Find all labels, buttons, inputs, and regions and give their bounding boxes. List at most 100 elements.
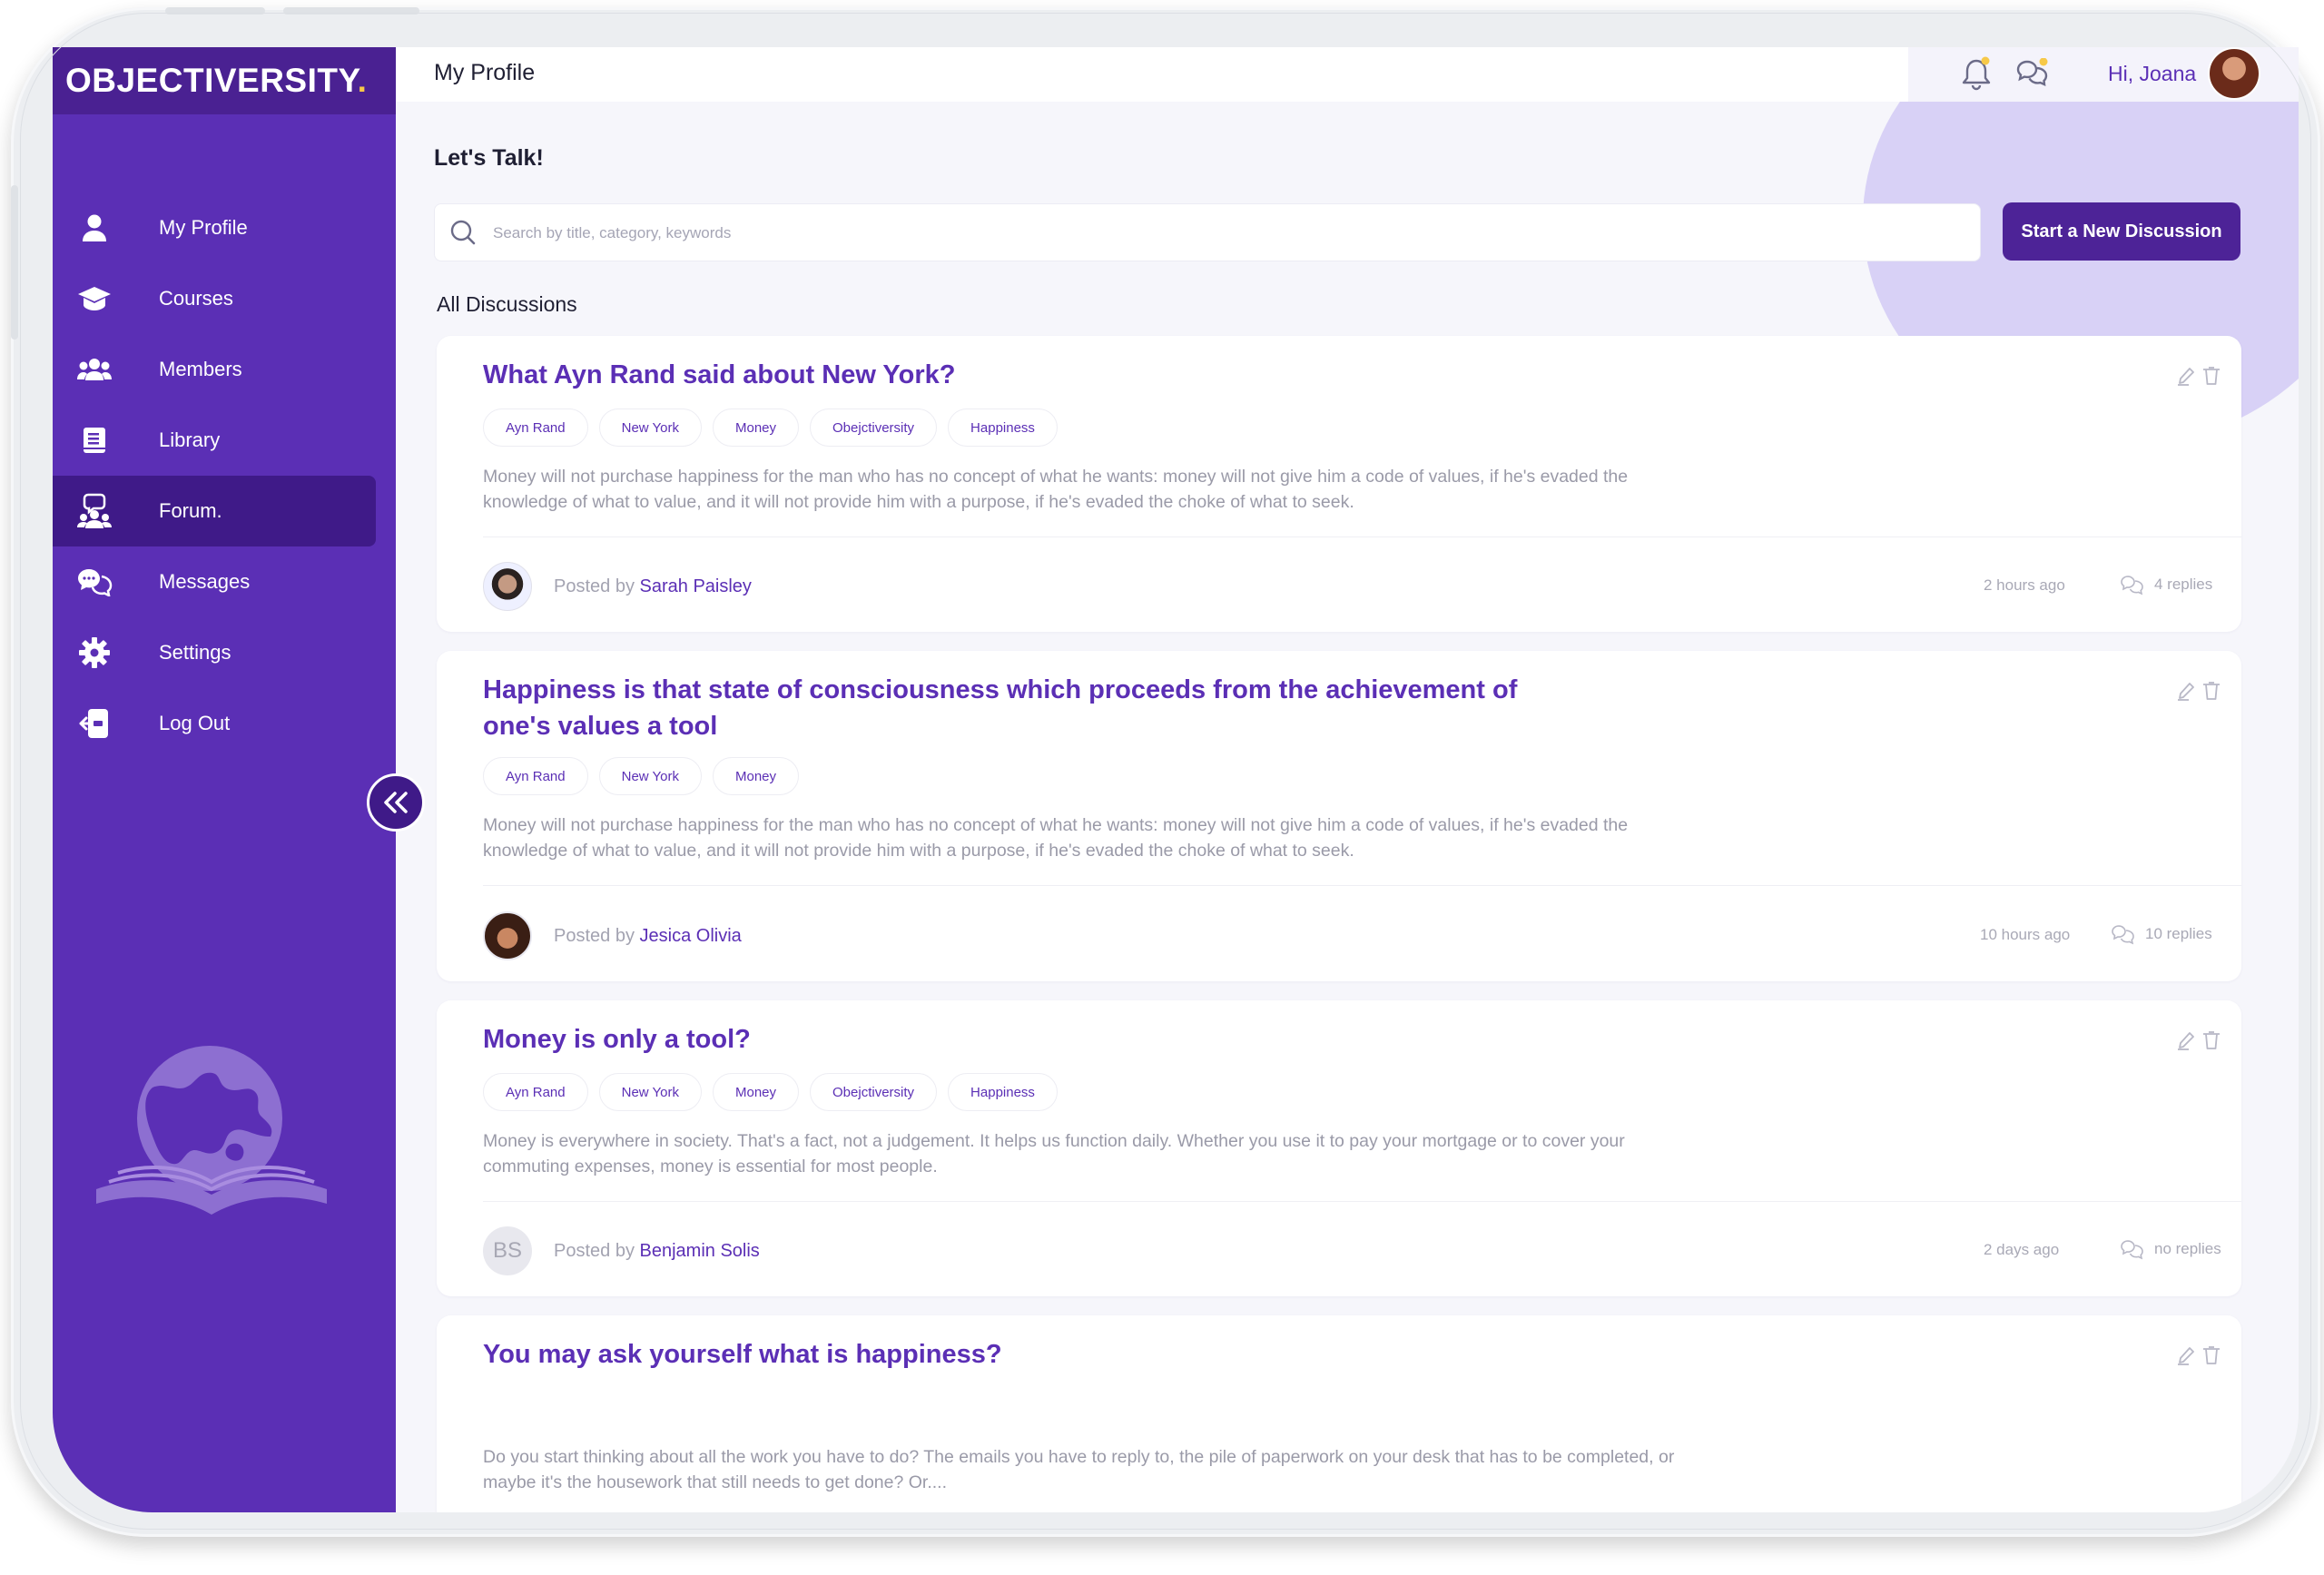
gear-icon [76, 635, 113, 671]
delete-icon[interactable] [2201, 1344, 2221, 1371]
user-avatar[interactable] [2208, 47, 2260, 100]
sidebar-item-my-profile[interactable]: My Profile [53, 192, 396, 263]
comment-icon [2112, 925, 2134, 945]
discussion-excerpt: Money is everywhere in society. That's a… [483, 1131, 1625, 1176]
author-avatar[interactable] [483, 562, 532, 611]
tag-list: Ayn Rand New York Money [483, 757, 800, 795]
reply-count[interactable]: no replies [2120, 1238, 2221, 1260]
author-link[interactable]: Jesica Olivia [640, 926, 742, 946]
card-actions [2176, 1029, 2221, 1056]
discussion-card[interactable]: Money is only a tool? Ayn Rand New York … [437, 1000, 2241, 1296]
members-icon [76, 351, 113, 388]
tag[interactable]: Money [712, 1073, 800, 1111]
start-new-discussion-button[interactable]: Start a New Discussion [2003, 202, 2240, 261]
sidebar-item-members[interactable]: Members [53, 334, 396, 405]
tablet-frame: OBJECTIVERSITY. My Profile Courses Membe… [11, 7, 2320, 1537]
top-bar: My Profile Hi, Joana [396, 47, 2299, 102]
sidebar-item-logout[interactable]: Log Out [53, 688, 396, 759]
device-side-button [11, 185, 18, 340]
discussion-title[interactable]: What Ayn Rand said about New York? [483, 357, 1536, 393]
forum-icon [76, 493, 113, 529]
chat-bubbles-icon [76, 564, 113, 600]
post-time: 10 hours ago [1980, 926, 2071, 943]
sidebar: OBJECTIVERSITY. My Profile Courses Membe… [53, 47, 396, 1512]
sidebar-item-settings[interactable]: Settings [53, 617, 396, 688]
book-icon [76, 422, 113, 458]
all-discussions-label: All Discussions [437, 292, 577, 316]
brand-logo[interactable]: OBJECTIVERSITY. [53, 47, 396, 114]
edit-icon[interactable] [2176, 1029, 2196, 1056]
card-divider [483, 885, 2241, 886]
sidebar-nav: My Profile Courses Members Library Forum… [53, 192, 396, 759]
tag[interactable]: New York [598, 757, 702, 795]
logout-icon [76, 705, 113, 742]
graduation-cap-icon [76, 281, 113, 317]
tag-list: Ayn Rand New York Money Obejctiversity H… [483, 409, 1058, 447]
tag[interactable]: Money [712, 757, 800, 795]
search-input[interactable] [493, 215, 1945, 251]
tag[interactable]: New York [598, 1073, 702, 1111]
card-actions [2176, 680, 2221, 706]
card-divider [483, 1201, 2241, 1202]
tag[interactable]: Happiness [948, 1073, 1058, 1111]
search-bar [434, 203, 1981, 261]
reply-count[interactable]: 4 replies [2120, 574, 2212, 596]
discussion-excerpt: Money will not purchase happiness for th… [483, 467, 1629, 512]
tag[interactable]: Ayn Rand [483, 1073, 588, 1111]
user-greeting[interactable]: Hi, Joana [2108, 62, 2196, 86]
discussion-title[interactable]: You may ask yourself what is happiness? [483, 1336, 1536, 1373]
post-time: 2 days ago [1984, 1241, 2060, 1258]
tag[interactable]: Happiness [948, 409, 1058, 447]
tag[interactable]: Obejctiversity [810, 1073, 938, 1111]
comment-icon [2121, 1240, 2143, 1260]
card-footer: Posted by Jesica Olivia [483, 911, 2221, 961]
tag[interactable]: Ayn Rand [483, 757, 588, 795]
comment-icon [2121, 576, 2143, 596]
edit-icon[interactable] [2176, 1344, 2196, 1371]
card-footer: BS Posted by Benjamin Solis [483, 1226, 2221, 1276]
globe-book-illustration [96, 1044, 327, 1221]
author-avatar[interactable] [483, 911, 532, 960]
post-time: 2 hours ago [1984, 576, 2065, 594]
card-divider [483, 536, 2241, 537]
sidebar-item-courses[interactable]: Courses [53, 263, 396, 334]
sidebar-item-library[interactable]: Library [53, 405, 396, 476]
tag[interactable]: Obejctiversity [810, 409, 938, 447]
user-area: Hi, Joana [1908, 47, 2299, 102]
double-chevron-left-icon [384, 792, 408, 813]
device-top-button [165, 7, 265, 15]
author-link[interactable]: Benjamin Solis [640, 1241, 760, 1261]
discussion-title[interactable]: Money is only a tool? [483, 1021, 1536, 1058]
card-actions [2176, 1344, 2221, 1371]
posted-by: Posted by Jesica Olivia [554, 925, 742, 946]
edit-icon[interactable] [2176, 680, 2196, 706]
discussion-card[interactable]: What Ayn Rand said about New York? Ayn R… [437, 336, 2241, 632]
page-title: My Profile [434, 60, 536, 85]
tag[interactable]: New York [598, 409, 702, 447]
notification-bell-icon[interactable] [1961, 56, 1992, 95]
delete-icon[interactable] [2201, 680, 2221, 706]
discussion-excerpt: Do you start thinking about all the work… [483, 1447, 1675, 1492]
discussion-card[interactable]: Happiness is that state of consciousness… [437, 651, 2241, 981]
author-avatar[interactable]: BS [483, 1226, 532, 1275]
delete-icon[interactable] [2201, 365, 2221, 391]
collapse-sidebar-button[interactable] [367, 773, 425, 832]
delete-icon[interactable] [2201, 1029, 2221, 1056]
author-link[interactable]: Sarah Paisley [640, 576, 752, 596]
reply-count[interactable]: 10 replies [2111, 923, 2212, 945]
messages-icon[interactable] [2015, 57, 2050, 94]
device-top-button [283, 7, 419, 15]
sidebar-item-messages[interactable]: Messages [53, 546, 396, 617]
edit-icon[interactable] [2176, 365, 2196, 391]
discussion-card[interactable]: You may ask yourself what is happiness? … [437, 1315, 2241, 1512]
user-icon [76, 210, 113, 246]
tag[interactable]: Money [712, 409, 800, 447]
posted-by: Posted by Benjamin Solis [554, 1240, 760, 1261]
posted-by: Posted by Sarah Paisley [554, 576, 752, 596]
tag[interactable]: Ayn Rand [483, 409, 588, 447]
search-icon [449, 219, 477, 251]
main-content: My Profile Hi, Joana Let's Talk! Search … [396, 47, 2299, 1512]
card-footer: Posted by Sarah Paisley [483, 561, 2221, 612]
sidebar-item-forum[interactable]: Forum. [53, 476, 376, 546]
discussion-title[interactable]: Happiness is that state of consciousness… [483, 672, 1536, 744]
